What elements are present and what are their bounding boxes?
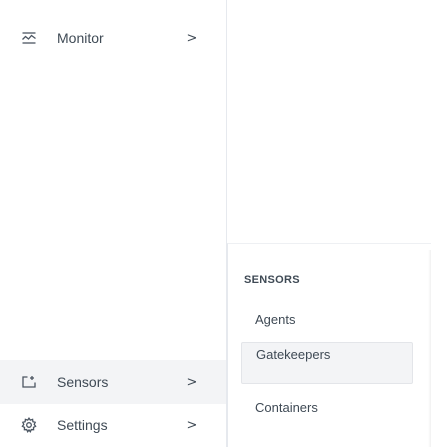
chevron-right-icon: > xyxy=(186,374,198,390)
sidebar-item-label: Settings xyxy=(57,417,108,433)
flyout-title: SENSORS xyxy=(244,274,300,286)
sensors-icon xyxy=(20,373,38,391)
sidebar-item-monitor[interactable]: Monitor > xyxy=(0,16,227,60)
sidebar-item-label: Monitor xyxy=(57,30,104,46)
gear-icon xyxy=(20,416,38,434)
sensors-flyout-menu: SENSORS Agents Gatekeepers Containers xyxy=(227,243,431,447)
flyout-item-containers[interactable]: Containers xyxy=(241,392,413,422)
monitor-icon xyxy=(20,29,38,47)
app-root: Monitor > Sensors > Settings > SENSORS A… xyxy=(0,0,431,447)
flyout-item-label: Gatekeepers xyxy=(256,347,331,362)
chevron-right-icon: > xyxy=(186,30,198,46)
sidebar-item-sensors[interactable]: Sensors > xyxy=(0,360,227,404)
sidebar-nav: Monitor > Sensors > Settings > xyxy=(0,0,227,447)
chevron-right-icon: > xyxy=(186,417,198,433)
sidebar-item-label: Sensors xyxy=(57,374,109,390)
sidebar-item-settings[interactable]: Settings > xyxy=(0,403,227,447)
flyout-item-label: Agents xyxy=(255,311,296,327)
flyout-item-gatekeepers[interactable]: Gatekeepers xyxy=(241,342,413,384)
flyout-item-agents[interactable]: Agents xyxy=(241,304,413,334)
flyout-item-label: Containers xyxy=(255,399,318,415)
